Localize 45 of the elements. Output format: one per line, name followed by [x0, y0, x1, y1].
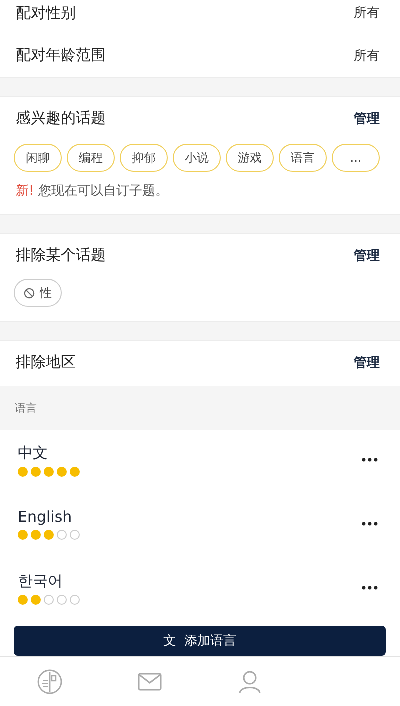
topic-tag[interactable]: 闲聊	[14, 144, 62, 172]
add-language-button[interactable]: 文 添加语言	[14, 626, 386, 656]
rating-dot	[44, 466, 54, 476]
section-title: 排除地区	[16, 353, 76, 372]
prohibited-icon	[24, 288, 35, 298]
topic-tag[interactable]: 小说	[173, 144, 221, 172]
manage-link[interactable]: 管理	[354, 354, 380, 372]
setting-value: 所有	[354, 48, 380, 64]
more-icon[interactable]	[362, 458, 378, 462]
rating-dot	[44, 530, 54, 540]
rating-dot	[18, 530, 28, 540]
topic-tag[interactable]: ...	[332, 144, 380, 172]
manage-link[interactable]: 管理	[354, 246, 380, 264]
rating-dot	[31, 594, 41, 604]
more-icon[interactable]	[362, 586, 378, 590]
section-title: 感兴趣的话题	[16, 109, 106, 128]
rating-dot	[44, 594, 54, 604]
more-icon[interactable]	[362, 522, 378, 526]
rating-dot	[31, 530, 41, 540]
topic-tag[interactable]: 游戏	[226, 144, 274, 172]
rating-dot	[31, 466, 41, 476]
rating-dot	[57, 530, 67, 540]
rating-dot	[57, 594, 67, 604]
rating-dot	[70, 530, 80, 540]
language-name: English	[18, 508, 74, 526]
setting-label: 配对性别	[16, 4, 76, 23]
rating-dot	[18, 594, 28, 604]
language-name: 中文	[18, 444, 49, 462]
rating-dot	[18, 466, 28, 476]
manage-link[interactable]: 管理	[354, 110, 380, 128]
topic-tag[interactable]: 编程	[67, 144, 115, 172]
rating-dot	[57, 466, 67, 476]
setting-label: 配对年龄范围	[16, 46, 106, 65]
excluded-tag[interactable]: 性	[14, 279, 62, 307]
language-name: 한국어	[18, 572, 64, 590]
settings-row[interactable]: 配对性别 所有	[0, 0, 400, 34]
section-header-text: 语言	[15, 400, 37, 416]
topic-tag[interactable]: 抑郁	[120, 144, 168, 172]
rating-dot	[70, 466, 80, 476]
setting-value: 所有	[354, 5, 380, 22]
topic-tag[interactable]: 语言	[279, 144, 327, 172]
notice-text: 新! 您现在可以自订子题。	[15, 183, 170, 201]
rating-dot	[70, 594, 80, 604]
section-title: 排除某个话题	[16, 246, 106, 265]
settings-row[interactable]: 配对年龄范围 所有	[0, 34, 400, 77]
